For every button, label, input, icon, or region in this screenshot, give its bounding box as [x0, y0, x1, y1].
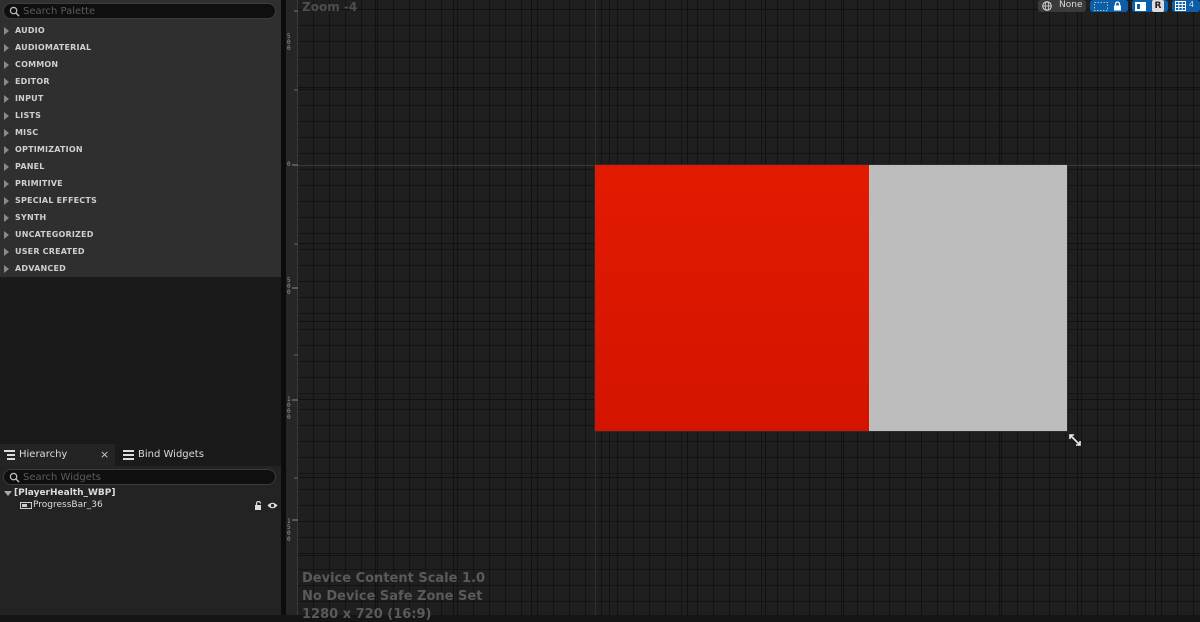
palette-category-audiomaterial[interactable]: AUDIOMATERIAL [0, 39, 281, 56]
visibility-eye-icon[interactable] [267, 501, 278, 510]
palette-category-primitive[interactable]: PRIMITIVE [0, 175, 281, 192]
expand-arrow-icon[interactable] [4, 112, 9, 120]
palette-category-label: UNCATEGORIZED [15, 230, 94, 239]
expand-arrow-icon[interactable] [4, 231, 9, 239]
hierarchy-search[interactable]: Search Widgets [3, 469, 276, 485]
grid-icon [1175, 1, 1186, 11]
palette-category-input[interactable]: INPUT [0, 90, 281, 107]
close-icon[interactable]: × [100, 448, 109, 461]
r-label: R [1152, 0, 1164, 12]
expand-arrow-icon[interactable] [4, 44, 9, 52]
lock-icon [1114, 1, 1121, 11]
expand-arrow-icon[interactable] [4, 129, 9, 137]
palette-category-label: COMMON [15, 60, 59, 69]
tree-root-row[interactable]: [PlayerHealth_WBP] [0, 488, 281, 500]
palette-category-lists[interactable]: LISTS [0, 107, 281, 124]
hierarchy-panel: Search Widgets [PlayerHealth_WBP] Progre… [0, 466, 281, 615]
layout-lock-button[interactable] [1090, 0, 1128, 12]
expand-arrow-icon[interactable] [4, 265, 9, 273]
localization-preview-button[interactable]: None [1038, 0, 1086, 12]
palette-category-editor[interactable]: EDITOR [0, 73, 281, 90]
progress-bar-fill [595, 165, 869, 431]
lock-icon[interactable] [254, 501, 263, 510]
left-panel: Search Palette AUDIO AUDIOMATERIAL COMMON E… [0, 0, 281, 615]
tab-bind-widgets-label: Bind Widgets [138, 449, 204, 460]
tree-root-label: [PlayerHealth_WBP] [14, 488, 116, 498]
palette-category-optimization[interactable]: OPTIMIZATION [0, 141, 281, 158]
palette-category-advanced[interactable]: ADVANCED [0, 260, 281, 277]
expand-arrow-icon[interactable] [4, 163, 9, 171]
tab-hierarchy[interactable]: Hierarchy × [0, 444, 115, 466]
search-icon [9, 6, 20, 17]
palette-category-label: PANEL [15, 162, 45, 171]
canvas-toolbar: None R 4 [1038, 0, 1200, 13]
expand-arrow-icon[interactable] [4, 197, 9, 205]
resize-handle-icon[interactable] [1068, 433, 1082, 447]
palette-search-input[interactable]: Search Palette [23, 5, 95, 18]
expand-arrow-icon[interactable] [4, 491, 12, 496]
progressbar-icon [20, 502, 32, 509]
palette-category-label: MISC [15, 128, 39, 137]
tree-item-progressbar[interactable]: ProgressBar_36 [0, 500, 281, 512]
palette-category-special-effects[interactable]: SPECIAL EFFECTS [0, 192, 281, 209]
globe-icon [1042, 1, 1052, 11]
dotted-box-icon [1094, 2, 1108, 11]
palette-category-label: EDITOR [15, 77, 50, 86]
respect-locks-button[interactable]: R [1132, 0, 1168, 12]
palette-category-label: SYNTH [15, 213, 47, 222]
expand-arrow-icon[interactable] [4, 78, 9, 86]
grid-size-label: 4 [1189, 0, 1195, 9]
expand-arrow-icon[interactable] [4, 248, 9, 256]
none-label: None [1059, 0, 1083, 10]
palette-category-panel[interactable]: PANEL [0, 158, 281, 175]
palette-search[interactable]: Search Palette [3, 3, 276, 19]
tab-bind-widgets[interactable]: Bind Widgets [117, 444, 237, 466]
tree-item-label: ProgressBar_36 [33, 500, 103, 510]
palette-category-audio[interactable]: AUDIO [0, 22, 281, 39]
palette-category-label: SPECIAL EFFECTS [15, 196, 97, 205]
grid-snap-button[interactable]: 4 [1172, 0, 1200, 12]
tab-hierarchy-label: Hierarchy [19, 449, 68, 460]
palette-category-user-created[interactable]: USER CREATED [0, 243, 281, 260]
expand-arrow-icon[interactable] [4, 146, 9, 154]
palette-category-misc[interactable]: MISC [0, 124, 281, 141]
hierarchy-icon [4, 450, 15, 460]
expand-arrow-icon[interactable] [4, 180, 9, 188]
list-icon [123, 450, 134, 460]
expand-arrow-icon[interactable] [4, 61, 9, 69]
palette-category-label: AUDIOMATERIAL [15, 43, 92, 52]
palette-category-label: AUDIO [15, 26, 45, 35]
expand-arrow-icon[interactable] [4, 214, 9, 222]
zoom-level: Zoom -4 [302, 0, 358, 14]
vertical-ruler: 5 0 0 0 5 0 0 1 0 0 0 1 5 0 0 [286, 0, 298, 615]
progress-bar-widget[interactable] [595, 165, 1067, 431]
palette-category-synth[interactable]: SYNTH [0, 209, 281, 226]
search-icon [9, 472, 20, 483]
palette-category-label: LISTS [15, 111, 42, 120]
safe-zone-text: No Device Safe Zone Set [302, 589, 483, 604]
palette-category-uncategorized[interactable]: UNCATEGORIZED [0, 226, 281, 243]
palette-category-label: INPUT [15, 94, 44, 103]
palette-panel: Search Palette AUDIO AUDIOMATERIAL COMMON E… [0, 0, 281, 277]
palette-category-common[interactable]: COMMON [0, 56, 281, 73]
palette-category-label: USER CREATED [15, 247, 85, 256]
hierarchy-search-input[interactable]: Search Widgets [23, 471, 101, 484]
bottom-tabs: Hierarchy × Bind Widgets [0, 444, 281, 466]
expand-arrow-icon[interactable] [4, 27, 9, 35]
device-scale-text: Device Content Scale 1.0 [302, 571, 486, 586]
palette-category-label: PRIMITIVE [15, 179, 63, 188]
widget-icon [1135, 2, 1146, 11]
expand-arrow-icon[interactable] [4, 95, 9, 103]
palette-category-label: OPTIMIZATION [15, 145, 83, 154]
palette-category-label: ADVANCED [15, 264, 66, 273]
